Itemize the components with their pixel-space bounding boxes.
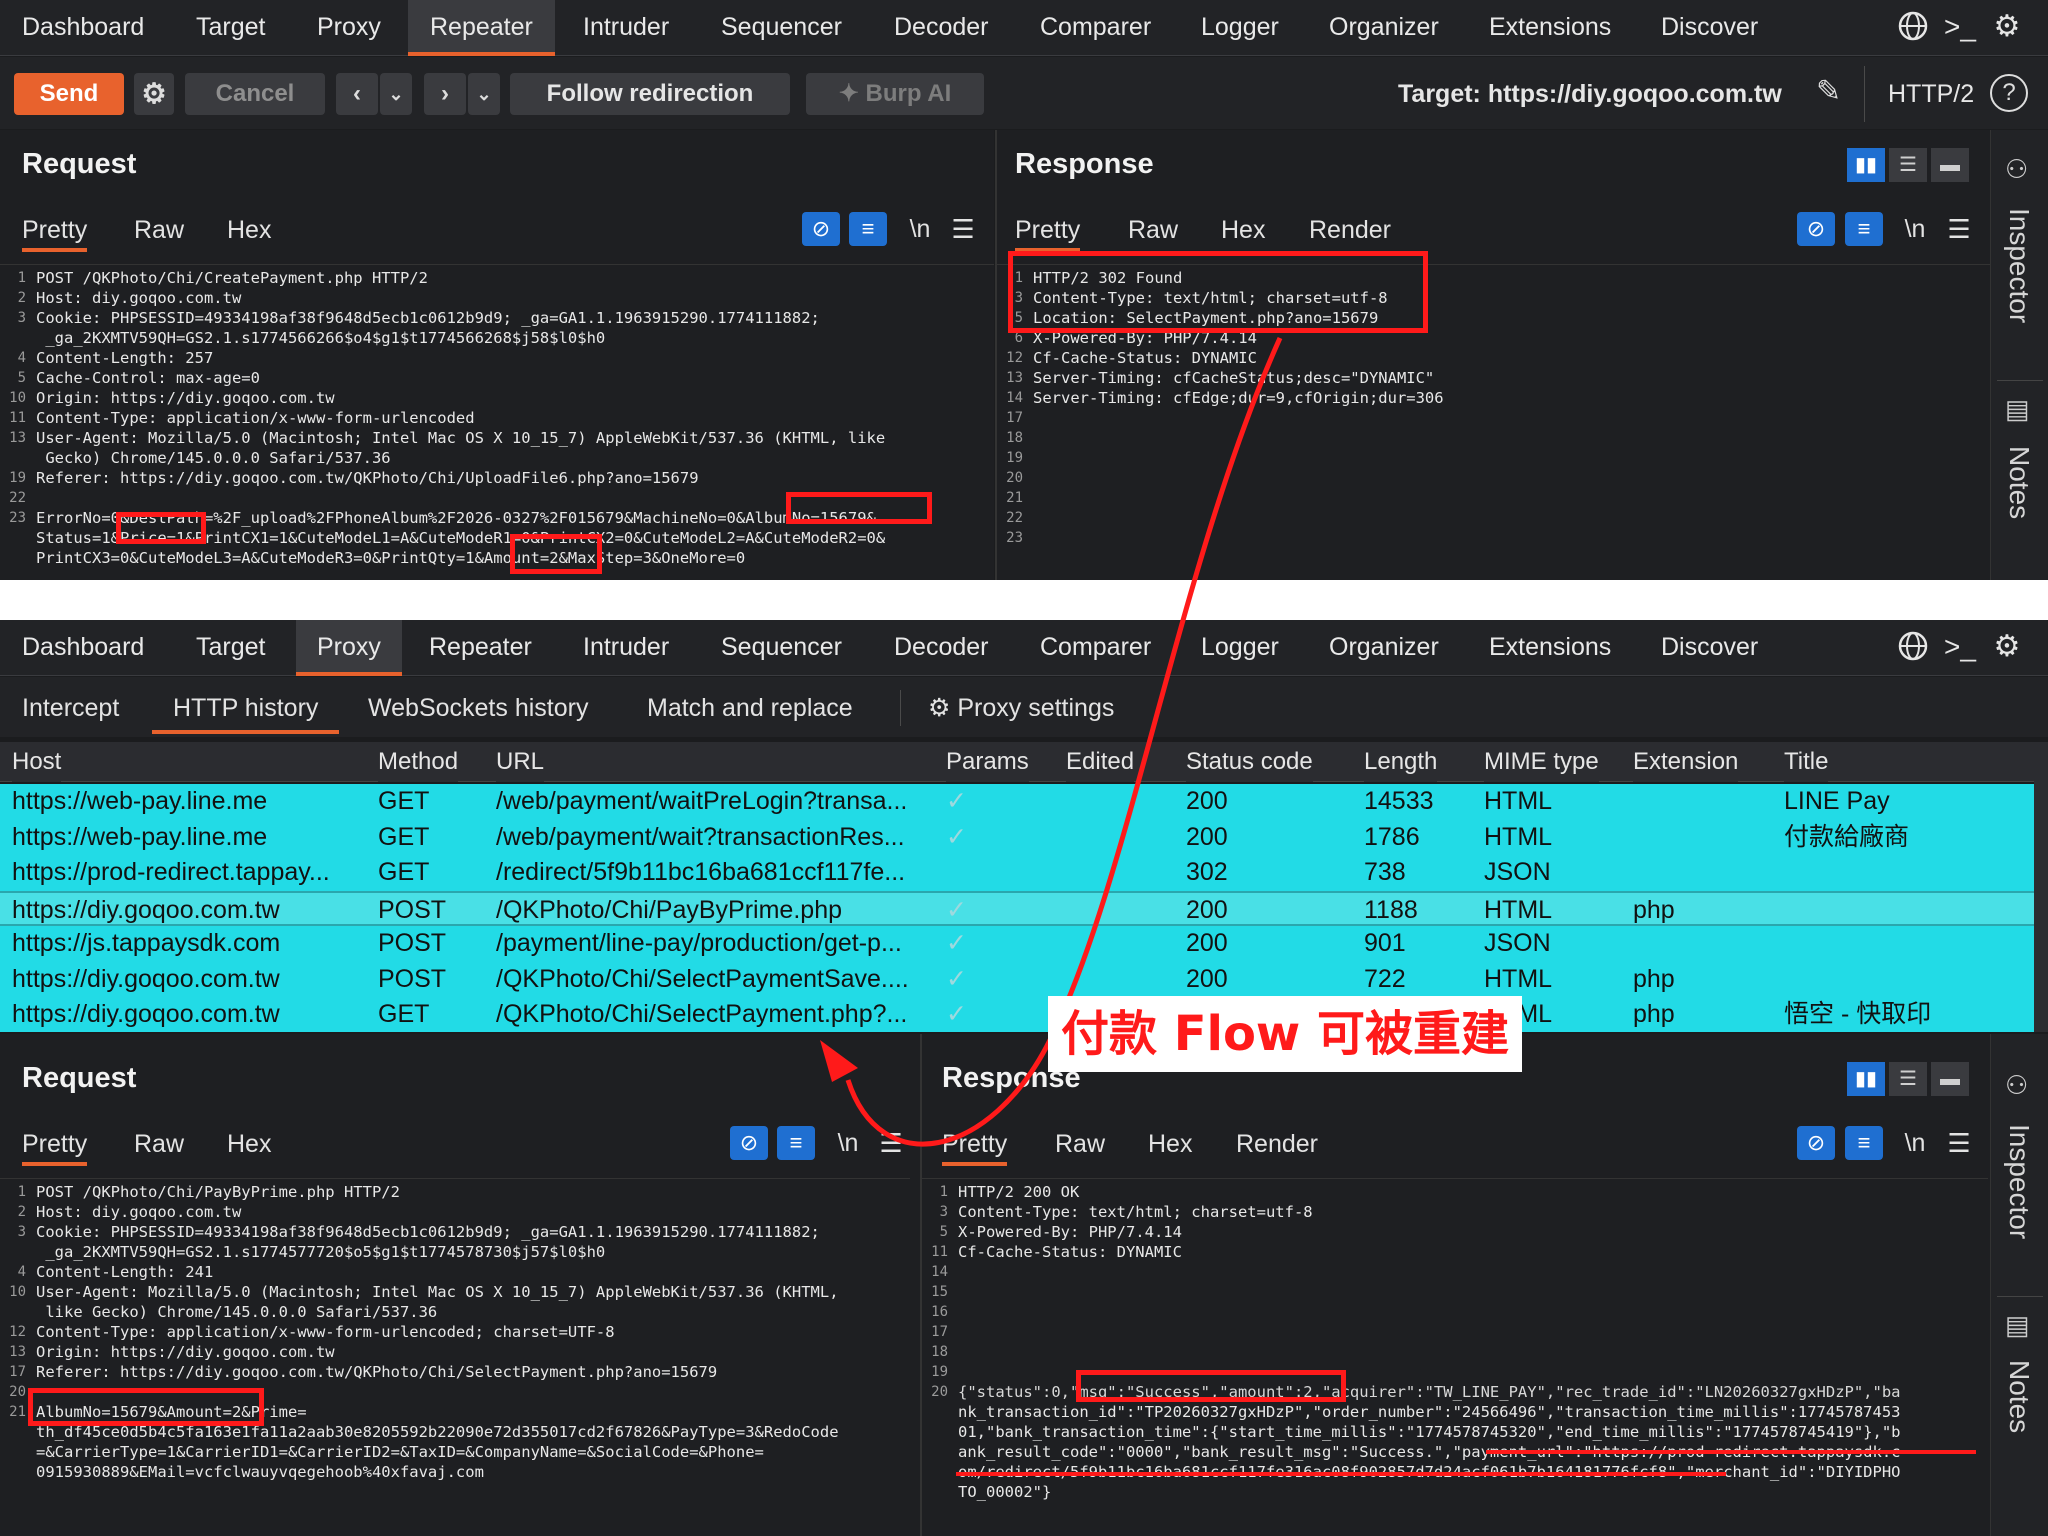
flow-arrow: [820, 336, 1283, 1147]
annotation-label: 付款 Flow 可被重建: [1048, 996, 1522, 1072]
